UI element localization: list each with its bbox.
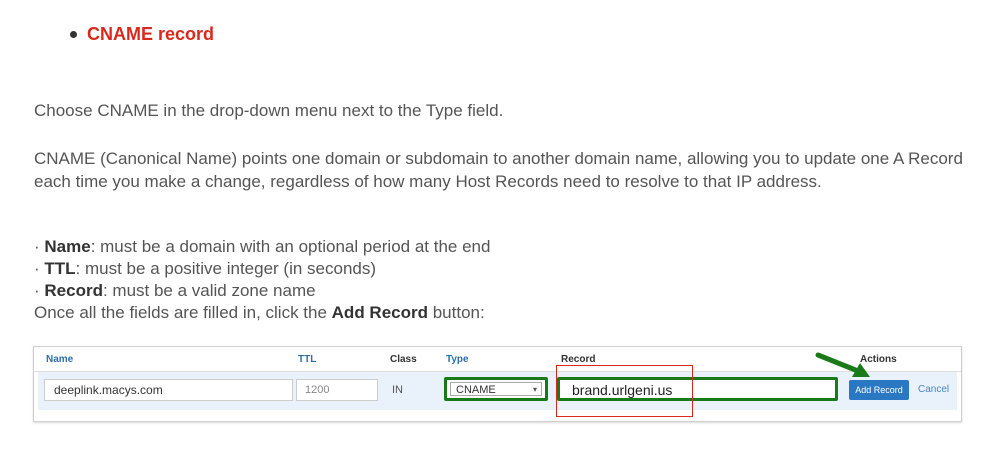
dropdown-arrow-icon: ▾	[532, 385, 537, 394]
rule-name: · Name: must be a domain with an optiona…	[34, 237, 491, 256]
ttl-input[interactable]: 1200	[296, 379, 378, 401]
paragraph-choose-cname: Choose CNAME in the drop-down menu next …	[34, 101, 504, 120]
header-class: Class	[390, 354, 417, 365]
rule-record: · Record: must be a valid zone name	[34, 281, 316, 300]
header-ttl: TTL	[298, 354, 317, 365]
header-name: Name	[46, 354, 74, 365]
type-select-value: CNAME	[456, 384, 496, 396]
rule-ttl: · TTL: must be a positive integer (in se…	[34, 259, 377, 278]
cancel-link[interactable]: Cancel	[918, 384, 949, 395]
green-arrow-icon	[815, 352, 870, 377]
heading-text: CNAME record	[87, 24, 215, 44]
section-heading: CNAME record	[70, 24, 214, 45]
bullet-icon	[70, 31, 77, 38]
name-input[interactable]: deeplink.macys.com	[44, 379, 293, 401]
add-record-button[interactable]: Add Record	[849, 380, 909, 400]
instruction-text: Once all the fields are filled in, click…	[34, 303, 485, 322]
field-rules-list: · Name: must be a domain with an optiona…	[34, 236, 490, 324]
type-select[interactable]: CNAME ▾	[450, 382, 542, 396]
paragraph-cname-description: CNAME (Canonical Name) points one domain…	[34, 149, 963, 191]
type-highlight: CNAME ▾	[444, 377, 548, 401]
record-red-outline	[556, 365, 693, 417]
dns-record-form-screenshot: Name TTL Class Type Record Actions deepl…	[33, 346, 962, 422]
header-type: Type	[446, 354, 469, 365]
header-record: Record	[561, 354, 596, 365]
class-value: IN	[392, 384, 403, 396]
